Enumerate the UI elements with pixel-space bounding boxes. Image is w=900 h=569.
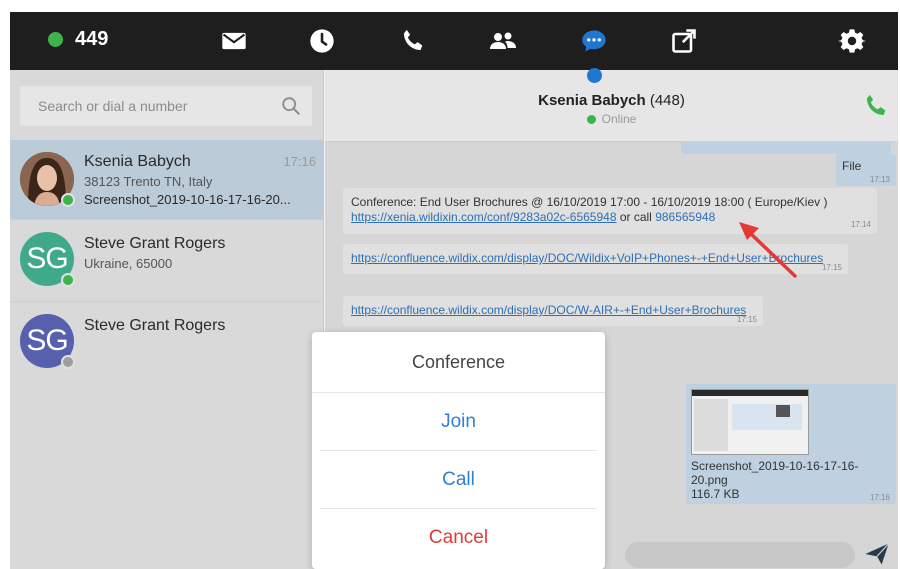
dialog-title: Conference <box>312 332 605 393</box>
search-placeholder: Search or dial a number <box>38 98 188 114</box>
chat-contact-ext: (448) <box>649 92 685 109</box>
clock-icon[interactable] <box>306 26 338 56</box>
conference-or-text: or call <box>616 210 656 224</box>
message-input[interactable] <box>625 542 855 568</box>
message-bubble-partial <box>681 142 891 154</box>
online-dot <box>586 115 596 124</box>
cancel-button[interactable]: Cancel <box>320 509 597 567</box>
external-link-icon[interactable] <box>668 26 700 56</box>
contact-last-message: Screenshot_2019-10-16-17-16-20... <box>84 192 291 207</box>
message-bubble-link2[interactable]: https://confluence.wildix.com/display/DO… <box>343 296 763 326</box>
chat-header: Ksenia Babych (448) Online <box>325 70 898 142</box>
message-time: 17:15 <box>821 263 842 272</box>
chat-title: Ksenia Babych (448) <box>325 92 898 109</box>
presence-dot <box>61 273 75 287</box>
brochure-link-wair[interactable]: https://confluence.wildix.com/display/DO… <box>351 303 746 317</box>
screenshot-filename: Screenshot_2019-10-16-17-16-20.png <box>691 459 859 487</box>
extension-number: 449 <box>75 28 109 50</box>
conference-text: Conference: End User Brochures @ 16/10/2… <box>351 195 828 209</box>
message-time: 17:14 <box>850 220 871 229</box>
message-time: 17:13 <box>869 175 890 184</box>
phone-icon[interactable] <box>397 26 429 56</box>
avatar-initials: SG <box>26 242 68 275</box>
users-icon[interactable] <box>487 26 519 56</box>
contacts-pane: Search or dial a number Ksenia Babych 17… <box>10 70 324 569</box>
avatar-initials: SG <box>26 324 68 357</box>
presence-dot <box>61 193 75 207</box>
contact-name: Steve Grant Rogers <box>84 317 226 334</box>
contact-location: Ukraine, 65000 <box>84 256 173 271</box>
send-icon[interactable] <box>862 540 892 568</box>
chat-status-label: Online <box>601 112 637 126</box>
chat-status: Online <box>325 112 898 126</box>
message-time: 17:15 <box>736 315 757 324</box>
file-label: File <box>842 159 862 173</box>
mail-icon[interactable] <box>218 26 250 56</box>
screenshot-size: 116.7 KB <box>691 487 740 501</box>
message-bubble-file[interactable]: File 17:13 <box>836 154 896 186</box>
conference-dialog: Conference Join Call Cancel <box>312 332 605 569</box>
contact-location: 38123 Trento TN, Italy <box>84 174 213 189</box>
contact-item-ksenia[interactable]: Ksenia Babych 17:16 38123 Trento TN, Ita… <box>10 140 324 220</box>
conference-link[interactable]: https://xenia.wildixin.com/conf/9283a02c… <box>351 210 617 224</box>
conference-number-link[interactable]: 986565948 <box>655 210 715 224</box>
contact-item-steve-1[interactable]: SG Steve Grant Rogers Ukraine, 65000 <box>10 220 324 302</box>
presence-dot <box>61 355 75 369</box>
message-time: 17:16 <box>869 493 890 502</box>
contact-item-steve-2[interactable]: SG Steve Grant Rogers <box>10 302 324 384</box>
contact-time: 17:16 <box>283 154 316 169</box>
active-tab-indicator <box>587 68 602 83</box>
extension-status[interactable]: 449 <box>48 28 108 51</box>
message-bubble-screenshot[interactable]: Screenshot_2019-10-16-17-16-20.png 116.7… <box>686 384 896 504</box>
app-window: 449 Search or dial a number Ksenia Babyc… <box>10 12 898 569</box>
join-button[interactable]: Join <box>320 393 597 451</box>
call-phone-icon[interactable] <box>862 92 890 120</box>
gear-icon[interactable] <box>836 26 868 56</box>
contact-name: Ksenia Babych <box>84 153 191 170</box>
chat-contact-name: Ksenia Babych <box>538 92 646 109</box>
search-input[interactable]: Search or dial a number <box>20 86 312 126</box>
chat-icon[interactable] <box>578 26 610 56</box>
contact-name: Steve Grant Rogers <box>84 235 226 252</box>
search-icon[interactable] <box>280 95 302 117</box>
screenshot-thumbnail[interactable] <box>691 389 809 455</box>
annotation-arrow-icon <box>739 222 797 278</box>
call-button[interactable]: Call <box>320 451 597 509</box>
presence-dot <box>48 32 63 47</box>
top-nav-bar: 449 <box>10 12 898 70</box>
